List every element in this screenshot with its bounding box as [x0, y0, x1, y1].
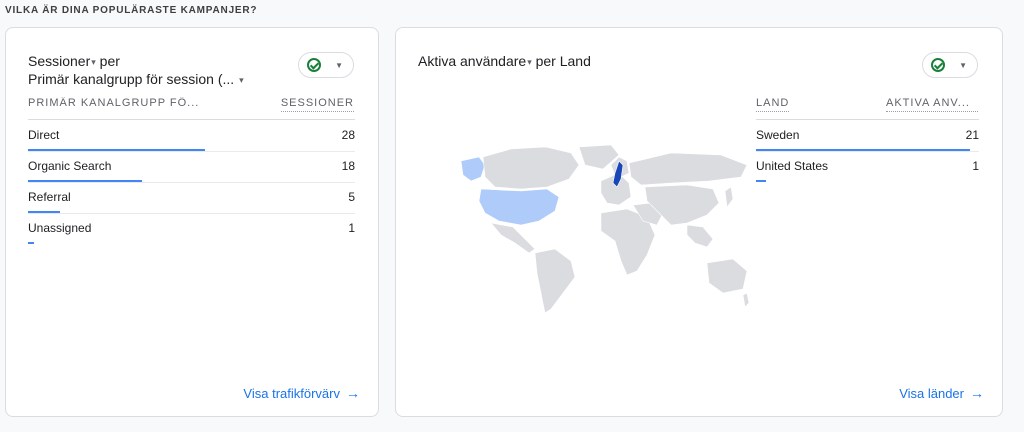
map-region-south-america	[534, 248, 576, 314]
card-title: Sessioner▾ per Primär kanalgrupp för ses…	[28, 53, 244, 87]
view-countries-link[interactable]: Visa länder →	[899, 385, 984, 401]
section-title: VILKA ÄR DINA POPULÄRASTE KAMPANJER?	[5, 5, 258, 16]
check-circle-icon	[931, 58, 945, 72]
column-header-country[interactable]: LAND	[756, 97, 790, 112]
row-label: Direct	[28, 128, 60, 142]
row-value: 28	[341, 128, 355, 142]
check-circle-icon	[307, 58, 321, 72]
caret-down-icon: ▼	[959, 60, 967, 70]
map-region-mexico	[490, 222, 536, 254]
row-value: 18	[341, 159, 355, 173]
table-row[interactable]: Direct 28	[28, 120, 355, 152]
metric-selector[interactable]: Sessioner▾	[28, 53, 96, 69]
metric-selector[interactable]: Aktiva användare▾	[418, 53, 532, 69]
map-region-alaska	[460, 156, 486, 182]
row-label: Referral	[28, 190, 71, 204]
arrow-right-icon: →	[970, 385, 984, 401]
caret-down-icon: ▼	[335, 60, 343, 70]
row-value: 5	[348, 190, 355, 204]
table-row[interactable]: Referral 5	[28, 182, 355, 214]
map-region-southeast-asia	[686, 224, 714, 248]
map-region-new-zealand	[742, 292, 750, 308]
card-title: Aktiva användare▾ per Land	[418, 53, 591, 69]
map-region-canada	[482, 146, 580, 190]
row-value: 1	[972, 159, 979, 173]
row-value: 1	[348, 221, 355, 235]
column-header-active-users[interactable]: AKTIVA ANV...	[886, 97, 978, 112]
map-region-russia	[628, 152, 748, 186]
table-row[interactable]: Unassigned 1	[28, 213, 355, 244]
compare-toggle-button[interactable]: ▼	[298, 52, 354, 78]
map-region-australia	[706, 258, 748, 294]
view-traffic-acquisition-link[interactable]: Visa trafikförvärv →	[243, 385, 360, 401]
row-value: 21	[965, 128, 979, 142]
active-users-by-country-card: Aktiva användare▾ per Land ▼ LAND AKTIVA…	[395, 27, 1003, 417]
row-label: Unassigned	[28, 221, 92, 235]
share-bar	[28, 242, 34, 244]
compare-toggle-button[interactable]: ▼	[922, 52, 978, 78]
column-header-sessions[interactable]: SESSIONER	[280, 97, 354, 112]
sessions-by-channel-card: Sessioner▾ per Primär kanalgrupp för ses…	[5, 27, 379, 417]
row-label: United States	[756, 159, 829, 173]
world-map[interactable]	[451, 143, 751, 318]
column-header-dimension[interactable]: PRIMÄR KANALGRUPP FÖ...	[28, 97, 198, 109]
row-label: Organic Search	[28, 159, 112, 173]
table-row[interactable]: United States 1	[756, 151, 979, 182]
table-row[interactable]: Sweden 21	[756, 120, 979, 152]
row-label: Sweden	[756, 128, 800, 142]
arrow-right-icon: →	[346, 385, 360, 401]
dimension-selector[interactable]: Primär kanalgrupp för session (... ▾	[28, 71, 244, 87]
table-row[interactable]: Organic Search 18	[28, 151, 355, 183]
dimension-dropdown-icon[interactable]: ▾	[239, 75, 244, 85]
map-region-japan	[724, 186, 734, 208]
map-region-usa	[478, 188, 560, 226]
share-bar	[756, 180, 766, 182]
